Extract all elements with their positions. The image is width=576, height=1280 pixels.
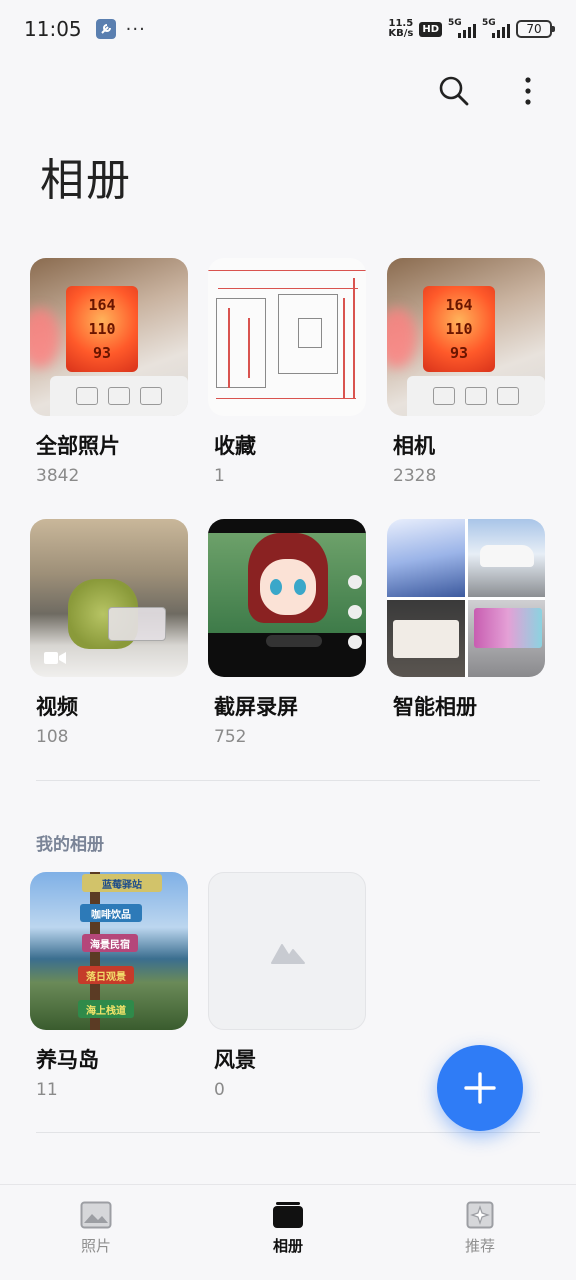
album-name: 全部照片 xyxy=(36,434,120,458)
album-name: 截屏录屏 xyxy=(214,695,298,719)
nav-label: 照片 xyxy=(80,1237,111,1255)
album-screenshots[interactable]: 截屏录屏 752 xyxy=(208,519,366,747)
album-yangmadao[interactable]: 蓝莓驿站 咖啡饮品 海景民宿 落日观景 海上栈道 养马岛 11 xyxy=(30,872,188,1100)
signal-icon: 5G xyxy=(448,18,476,38)
album-thumbnail xyxy=(387,519,545,677)
search-button[interactable] xyxy=(436,70,472,112)
album-all-photos[interactable]: 164 110 93 全部照片 3842 xyxy=(30,258,188,486)
album-thumbnail xyxy=(208,872,366,1030)
photo-icon xyxy=(80,1201,112,1229)
top-actions xyxy=(436,70,546,112)
album-name: 相机 xyxy=(393,434,435,458)
album-name: 视频 xyxy=(36,695,78,719)
wrench-icon xyxy=(95,19,116,39)
album-camera[interactable]: 164 110 93 相机 2328 xyxy=(387,258,545,486)
bottom-nav: 照片 相册 推荐 xyxy=(0,1184,576,1280)
sparkle-icon xyxy=(466,1201,494,1229)
album-name: 智能相册 xyxy=(393,695,477,719)
album-thumbnail: 164 110 93 xyxy=(30,258,188,416)
album-thumbnail xyxy=(30,519,188,677)
my-albums-title: 我的相册 xyxy=(36,835,104,855)
album-favorites[interactable]: 收藏 1 xyxy=(208,258,366,486)
album-count: 11 xyxy=(36,1080,58,1100)
nav-label: 推荐 xyxy=(464,1237,495,1255)
nav-albums[interactable]: 相册 xyxy=(192,1185,384,1280)
search-icon xyxy=(439,76,469,106)
battery-icon: 70 xyxy=(516,20,555,38)
add-album-button[interactable] xyxy=(437,1045,523,1131)
hd-badge: HD xyxy=(419,21,442,37)
more-vertical-icon xyxy=(525,77,531,105)
album-icon xyxy=(273,1202,303,1228)
bp-monitor-display: 164 110 93 xyxy=(66,286,138,372)
album-thumbnail: 蓝莓驿站 咖啡饮品 海景民宿 落日观景 海上栈道 xyxy=(30,872,188,1030)
album-smart[interactable]: 智能相册 xyxy=(387,519,545,727)
bp-monitor-display: 164 110 93 xyxy=(423,286,495,372)
signal-icon-2: 5G xyxy=(482,18,510,38)
nav-recommend[interactable]: 推荐 xyxy=(384,1185,576,1280)
album-count: 3842 xyxy=(36,466,80,486)
album-scenery[interactable]: 风景 0 xyxy=(208,872,366,1100)
divider xyxy=(36,1132,540,1133)
nav-label: 相册 xyxy=(272,1237,303,1255)
mountain-placeholder-icon xyxy=(271,944,305,964)
album-count: 1 xyxy=(214,466,225,486)
status-time: 11:05 xyxy=(24,17,82,41)
album-count: 108 xyxy=(36,727,69,747)
more-options-button[interactable] xyxy=(510,70,546,112)
album-thumbnail xyxy=(208,519,366,677)
album-count: 0 xyxy=(214,1080,225,1100)
album-count: 752 xyxy=(214,727,247,747)
network-speed: 11.5 KB/s xyxy=(388,18,414,39)
album-name: 养马岛 xyxy=(36,1048,99,1072)
album-thumbnail xyxy=(208,258,366,416)
video-camera-icon xyxy=(44,652,66,664)
album-name: 风景 xyxy=(214,1048,256,1072)
divider xyxy=(36,780,540,781)
status-more-icon: ··· xyxy=(125,18,146,40)
page-title: 相册 xyxy=(40,155,132,206)
album-name: 收藏 xyxy=(214,434,256,458)
nav-photos[interactable]: 照片 xyxy=(0,1185,192,1280)
album-thumbnail: 164 110 93 xyxy=(387,258,545,416)
plus-icon xyxy=(464,1072,496,1104)
album-count: 2328 xyxy=(393,466,437,486)
album-videos[interactable]: 视频 108 xyxy=(30,519,188,747)
status-bar: 11:05 ··· 11.5 KB/s HD 5G 5G 70 xyxy=(0,0,576,58)
